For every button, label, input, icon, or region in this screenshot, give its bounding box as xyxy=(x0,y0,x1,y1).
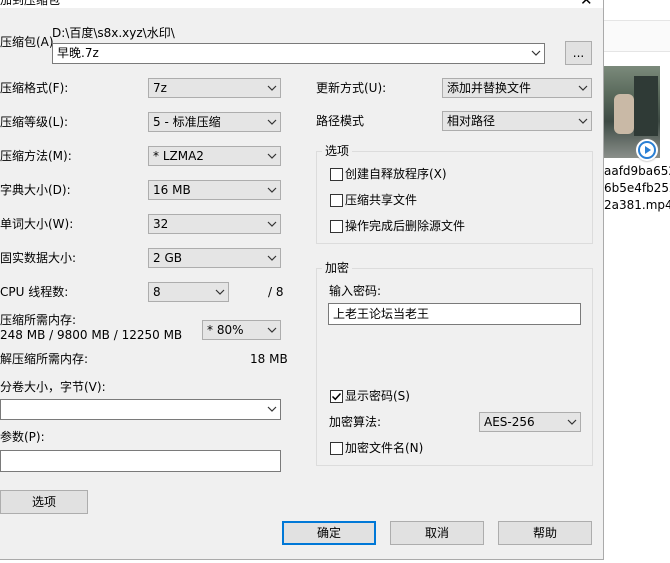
volume-label: 分卷大小，字节(V): xyxy=(0,380,106,394)
archive-label: 压缩包(A) xyxy=(0,35,54,49)
encrypt-names-label: 加密文件名(N) xyxy=(345,441,424,455)
threads-select[interactable]: 8 xyxy=(148,282,229,302)
dict-select[interactable]: 16 MB xyxy=(148,180,281,200)
method-label: 压缩方法(M): xyxy=(0,149,72,163)
dialog-title: 加到压缩包 xyxy=(0,0,61,7)
chevron-down-icon xyxy=(267,221,277,227)
chevron-down-icon xyxy=(267,153,277,159)
help-button[interactable]: 帮助 xyxy=(498,521,592,545)
explorer-toolbar-strip xyxy=(604,20,670,52)
delete-checkbox[interactable] xyxy=(330,220,343,233)
close-icon[interactable]: ✕ xyxy=(580,0,593,9)
threads-value: 8 xyxy=(153,285,161,299)
chevron-down-icon xyxy=(531,50,541,56)
update-select[interactable]: 添加并替换文件 xyxy=(442,78,592,98)
archive-name-value: 早晚.7z xyxy=(57,46,99,60)
level-label: 压缩等级(L): xyxy=(0,115,69,129)
chevron-down-icon xyxy=(215,289,225,295)
show-password-label: 显示密码(S) xyxy=(345,389,410,403)
level-value: 5 - 标准压缩 xyxy=(153,115,221,129)
chevron-down-icon xyxy=(267,255,277,261)
algo-value: AES-256 xyxy=(484,415,535,429)
delete-label: 操作完成后删除源文件 xyxy=(345,219,466,233)
password-label: 输入密码: xyxy=(329,284,382,298)
solid-label: 固实数据大小: xyxy=(0,251,77,265)
encrypt-group-title: 加密 xyxy=(322,261,353,276)
shared-checkbox[interactable] xyxy=(330,194,343,207)
word-select[interactable]: 32 xyxy=(148,214,281,234)
add-to-archive-dialog: 加到压缩包 ✕ 压缩包(A) D:\百度\s8x.xyz\水印\ 早晚.7z .… xyxy=(0,0,604,560)
algo-label: 加密算法: xyxy=(329,415,382,429)
file-name-line-3: 2a381.mp4 xyxy=(604,198,670,212)
chevron-down-icon xyxy=(567,419,577,425)
chevron-down-icon xyxy=(267,85,277,91)
file-name-line-2: 6b5e4fb252 xyxy=(604,181,670,195)
title-bar: 加到压缩包 ✕ xyxy=(0,0,603,9)
chevron-down-icon xyxy=(578,118,588,124)
chevron-down-icon xyxy=(267,119,277,125)
sfx-label: 创建自释放程序(X) xyxy=(345,167,447,181)
file-name-line-1: aafd9ba652 xyxy=(604,164,670,178)
browse-button[interactable]: ... xyxy=(565,41,592,65)
format-value: 7z xyxy=(153,81,167,95)
update-label: 更新方式(U): xyxy=(316,81,387,95)
show-password-checkbox[interactable] xyxy=(330,390,343,403)
chevron-down-icon xyxy=(267,187,277,193)
mem-percent-select[interactable]: * 80% xyxy=(202,320,281,340)
pathmode-value: 相对路径 xyxy=(447,114,496,128)
dict-label: 字典大小(D): xyxy=(0,183,71,197)
update-value: 添加并替换文件 xyxy=(447,81,532,95)
pathmode-select[interactable]: 相对路径 xyxy=(442,111,592,131)
encrypt-names-checkbox[interactable] xyxy=(330,442,343,455)
mem-compress-detail: 248 MB / 9800 MB / 12250 MB xyxy=(0,328,183,342)
archive-path: D:\百度\s8x.xyz\水印\ xyxy=(52,26,175,40)
dict-value: 16 MB xyxy=(153,183,191,197)
mem-compress-label: 压缩所需内存: xyxy=(0,313,77,327)
options-button[interactable]: 选项 xyxy=(0,490,88,514)
level-select[interactable]: 5 - 标准压缩 xyxy=(148,112,281,132)
format-select[interactable]: 7z xyxy=(148,78,281,98)
threads-total: / 8 xyxy=(268,285,284,299)
method-value: * LZMA2 xyxy=(153,149,204,163)
options-group-title: 选项 xyxy=(322,144,353,159)
algo-select[interactable]: AES-256 xyxy=(479,412,581,432)
archive-name-combo[interactable]: 早晚.7z xyxy=(52,43,545,64)
solid-select[interactable]: 2 GB xyxy=(148,248,281,268)
word-label: 单词大小(W): xyxy=(0,217,74,231)
method-select[interactable]: * LZMA2 xyxy=(148,146,281,166)
mem-decompress-label: 解压缩所需内存: xyxy=(0,352,89,366)
checkmark-icon xyxy=(331,392,342,401)
shared-label: 压缩共享文件 xyxy=(345,193,418,207)
chevron-down-icon xyxy=(267,327,277,333)
solid-value: 2 GB xyxy=(153,251,182,265)
mem-decompress-value: 18 MB xyxy=(250,352,288,366)
format-label: 压缩格式(F): xyxy=(0,81,69,95)
password-input[interactable]: 上老王论坛当老王 xyxy=(328,303,581,325)
ok-button[interactable]: 确定 xyxy=(282,521,376,545)
play-badge-icon xyxy=(636,139,658,161)
params-input[interactable] xyxy=(0,450,281,472)
params-label: 参数(P): xyxy=(0,430,45,444)
pathmode-label: 路径模式 xyxy=(316,114,365,128)
cancel-button[interactable]: 取消 xyxy=(390,521,484,545)
mem-percent-value: * 80% xyxy=(207,323,244,337)
chevron-down-icon xyxy=(578,85,588,91)
chevron-down-icon xyxy=(267,406,277,412)
word-value: 32 xyxy=(153,217,169,231)
threads-label: CPU 线程数: xyxy=(0,285,69,299)
volume-combo[interactable] xyxy=(0,399,281,420)
sfx-checkbox[interactable] xyxy=(330,168,343,181)
